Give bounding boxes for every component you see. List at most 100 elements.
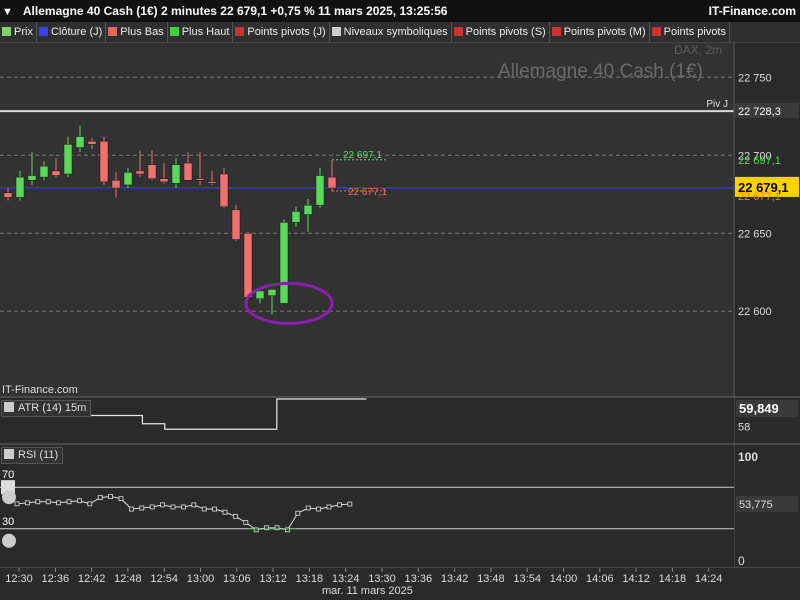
time-tick-label: 12:54 <box>150 573 178 585</box>
rsi-point <box>108 494 113 499</box>
candle-body <box>171 164 181 184</box>
rsi-level-70-label: 70 <box>2 469 14 481</box>
rsi-point <box>170 504 176 510</box>
rsi-point <box>243 520 249 525</box>
rsi-point <box>87 501 93 507</box>
candle-body <box>87 140 97 145</box>
rsi-point <box>191 502 197 508</box>
candle-body <box>279 222 289 304</box>
rsi-point <box>77 498 82 504</box>
candle-body <box>147 164 157 179</box>
rsi-tick-label: 0 <box>738 554 745 568</box>
rsi-point <box>336 502 342 508</box>
time-tick-label: 13:36 <box>405 573 433 585</box>
candle-body <box>195 178 205 181</box>
rsi-level-30-label: 30 <box>2 516 14 528</box>
rsi-point <box>35 499 41 505</box>
rsi-point <box>149 504 155 510</box>
rsi-tick-label: 100 <box>738 450 758 464</box>
rsi-point <box>305 505 311 511</box>
rsi-point <box>128 506 134 512</box>
watermark-subtitle: DAX, 2m <box>674 43 723 57</box>
rsi-point <box>295 510 301 516</box>
atr-label[interactable]: ATR (14) 15m <box>1 400 92 417</box>
time-tick-label: 13:48 <box>477 573 505 585</box>
candle-body <box>75 136 85 148</box>
date-label: mar. 11 mars 2025 <box>322 585 413 597</box>
rsi-panel-bg <box>0 446 734 568</box>
time-tick-label: 13:42 <box>441 573 469 585</box>
watermark-title: Allemagne 40 Cash (1€) <box>498 61 703 82</box>
rsi-point <box>97 495 103 501</box>
candle-body <box>315 175 325 206</box>
candle-body <box>291 211 301 223</box>
low-line-label: 22 677,1 <box>348 187 387 198</box>
candle-body <box>207 181 217 184</box>
rsi-point <box>45 499 51 505</box>
atr-panel-bg <box>0 398 734 444</box>
rsi-point <box>212 506 218 512</box>
rsi-point <box>201 506 207 512</box>
rsi-point <box>232 513 238 519</box>
price-tick-label: 22 750 <box>738 72 772 84</box>
price-axis-bg <box>734 43 800 397</box>
candle-body <box>243 233 253 298</box>
low-tag-label: 22 677,1 <box>738 191 781 203</box>
atr-toggle-icon[interactable] <box>4 402 14 412</box>
rsi-point <box>316 506 322 512</box>
time-tick-label: 13:24 <box>332 573 360 585</box>
candle-body <box>111 179 121 189</box>
time-tick-label: 13:12 <box>259 573 287 585</box>
rsi-toggle-icon[interactable] <box>4 449 14 459</box>
rsi-label-text: RSI (11) <box>18 449 59 461</box>
candle-body <box>183 162 193 181</box>
candle-body <box>51 170 61 176</box>
candle-body <box>219 173 229 207</box>
time-tick-label: 13:30 <box>368 573 396 585</box>
time-tick-label: 14:24 <box>695 573 723 585</box>
time-tick-label: 13:18 <box>296 573 324 585</box>
rsi-value-label: 53,775 <box>739 499 773 511</box>
time-tick-label: 13:06 <box>223 573 251 585</box>
time-tick-label: 14:18 <box>659 573 687 585</box>
pivot-line-label: Piv J <box>706 99 728 110</box>
rsi-point <box>139 505 145 511</box>
chart-canvas: Piv J22 697,122 677,1 22 75022 70022 650… <box>0 43 800 600</box>
atr-label-text: ATR (14) 15m <box>18 402 87 414</box>
high-tag-label: 22 697,1 <box>738 155 781 167</box>
price-tick-label: 22 600 <box>738 306 772 318</box>
rsi-point <box>347 501 353 507</box>
rsi-label[interactable]: RSI (11) <box>1 447 64 464</box>
price-tick-label: 22 650 <box>738 228 772 240</box>
candle-body <box>327 176 337 189</box>
time-tick-label: 14:12 <box>622 573 650 585</box>
rsi-point <box>66 499 72 505</box>
rsi-point <box>222 509 228 515</box>
high-line-label: 22 697,1 <box>343 150 382 161</box>
rsi-point <box>14 501 20 507</box>
time-tick-label: 13:54 <box>513 573 541 585</box>
rsi-alert-icon <box>2 533 16 548</box>
atr-value-label: 59,849 <box>739 401 779 416</box>
candle-body <box>303 204 313 215</box>
candle-body <box>123 172 133 186</box>
candle-body <box>27 175 37 181</box>
candle-body <box>159 178 169 183</box>
price-panel-bg <box>0 43 734 397</box>
time-tick-label: 12:48 <box>114 573 142 585</box>
candle-body <box>267 289 277 296</box>
candle-body <box>63 144 73 175</box>
rsi-point <box>24 500 30 506</box>
candle-body <box>231 209 241 240</box>
rsi-point <box>160 502 166 508</box>
rsi-alert-icon <box>2 490 16 505</box>
rsi-point <box>56 500 61 506</box>
rsi-point <box>118 496 124 502</box>
rsi-point <box>326 504 332 510</box>
time-tick-label: 14:06 <box>586 573 614 585</box>
time-tick-label: 12:36 <box>42 573 70 585</box>
candle-body <box>135 170 145 175</box>
time-tick-label: 14:00 <box>550 573 578 585</box>
time-tick-label: 12:42 <box>78 573 106 585</box>
pivot-tag-label: 22 728,3 <box>738 106 781 118</box>
